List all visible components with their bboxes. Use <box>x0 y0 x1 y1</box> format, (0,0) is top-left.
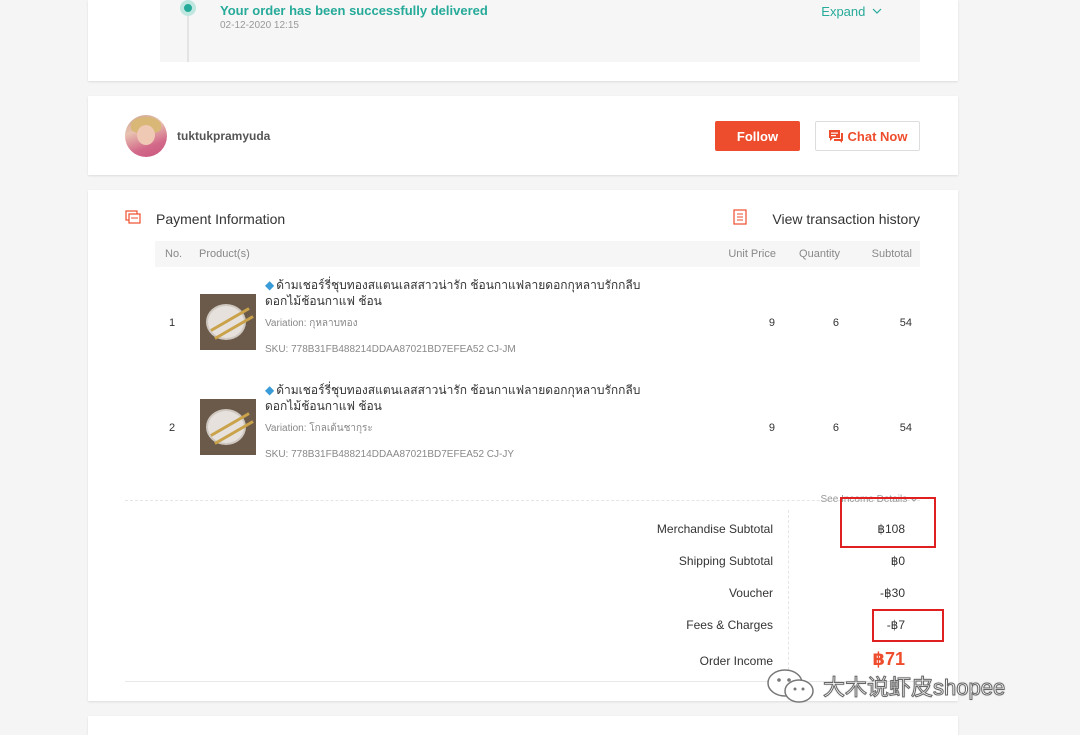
subtotal: 54 <box>899 422 912 434</box>
chat-now-label: Chat Now <box>847 128 908 144</box>
table-row: 2 ◆ ด้ามเชอร์รี่ชุบทองสแตนเลสสาวน่ารัก ช้… <box>155 375 920 475</box>
voucher-value: -฿30 <box>880 586 905 600</box>
diamond-icon: ◆ <box>265 278 275 292</box>
timeline-dot-icon <box>180 0 196 16</box>
highlight-box <box>840 497 936 548</box>
expand-link[interactable]: Expand <box>821 4 882 19</box>
payment-title: Payment Information <box>156 211 286 227</box>
diamond-icon: ◆ <box>265 383 275 397</box>
payment-icon <box>125 210 141 224</box>
divider <box>788 510 789 680</box>
voucher-label: Voucher <box>728 586 773 600</box>
divider <box>125 500 920 501</box>
view-transaction-history-link[interactable]: View transaction history <box>772 211 920 227</box>
shipping-subtotal-value: ฿0 <box>890 554 905 568</box>
seller-card: tuktukpramyuda Follow Chat Now <box>88 96 958 175</box>
status-message: Your order has been successfully deliver… <box>220 3 488 18</box>
col-product: Product(s) <box>199 248 250 260</box>
fees-label: Fees & Charges <box>686 618 773 632</box>
follow-button[interactable]: Follow <box>715 121 800 151</box>
col-no: No. <box>165 248 183 260</box>
merchandise-subtotal-label: Merchandise Subtotal <box>656 522 773 536</box>
product-sku: SKU: 778B31FB488214DDAA87021BD7EFEA52 CJ… <box>265 344 516 355</box>
chat-icon <box>828 130 843 143</box>
product-table-header: No. Product(s) Unit Price Quantity Subto… <box>155 241 920 267</box>
order-status-card: Your order has been successfully deliver… <box>88 0 958 81</box>
chevron-down-icon <box>872 8 882 14</box>
watermark: 大木说虾皮shopee <box>765 667 1006 705</box>
expand-label: Expand <box>821 4 866 19</box>
product-variation: Variation: กุหลาบทอง <box>265 318 358 329</box>
document-icon <box>733 209 747 225</box>
row-number: 2 <box>169 422 176 434</box>
highlight-box <box>872 609 944 642</box>
table-row: 1 ◆ ด้ามเชอร์รี่ชุบทองสแตนเลสสาวน่ารัก ช้… <box>155 270 920 370</box>
seller-username[interactable]: tuktukpramyuda <box>177 129 270 143</box>
order-income-label: Order Income <box>699 654 773 668</box>
shipping-subtotal-label: Shipping Subtotal <box>678 554 773 568</box>
col-subtotal: Subtotal <box>871 248 912 260</box>
product-image[interactable] <box>200 399 256 455</box>
unit-price: 9 <box>768 317 775 329</box>
row-number: 1 <box>169 317 176 329</box>
quantity: 6 <box>832 317 839 329</box>
product-name[interactable]: ◆ ด้ามเชอร์รี่ชุบทองสแตนเลสสาวน่ารัก ช้อน… <box>265 382 645 414</box>
payment-card: Payment Information View transaction his… <box>88 190 958 701</box>
col-unit-price: Unit Price <box>728 248 776 260</box>
chat-now-button[interactable]: Chat Now <box>815 121 920 151</box>
timeline-line <box>187 10 189 62</box>
product-image[interactable] <box>200 294 256 350</box>
next-card <box>88 716 958 735</box>
product-name[interactable]: ◆ ด้ามเชอร์รี่ชุบทองสแตนเลสสาวน่ารัก ช้อน… <box>265 277 645 309</box>
product-variation: Variation: โกลเด้นชากุระ <box>265 423 373 434</box>
wechat-icon <box>767 669 814 703</box>
quantity: 6 <box>832 422 839 434</box>
subtotal: 54 <box>899 317 912 329</box>
avatar[interactable] <box>125 115 167 157</box>
watermark-text: 大木说虾皮shopee <box>822 675 1006 701</box>
unit-price: 9 <box>768 422 775 434</box>
status-timeline: Your order has been successfully deliver… <box>160 0 920 62</box>
product-sku: SKU: 778B31FB488214DDAA87021BD7EFEA52 CJ… <box>265 449 515 460</box>
col-quantity: Quantity <box>799 248 840 260</box>
status-time: 02-12-2020 12:15 <box>220 20 299 31</box>
